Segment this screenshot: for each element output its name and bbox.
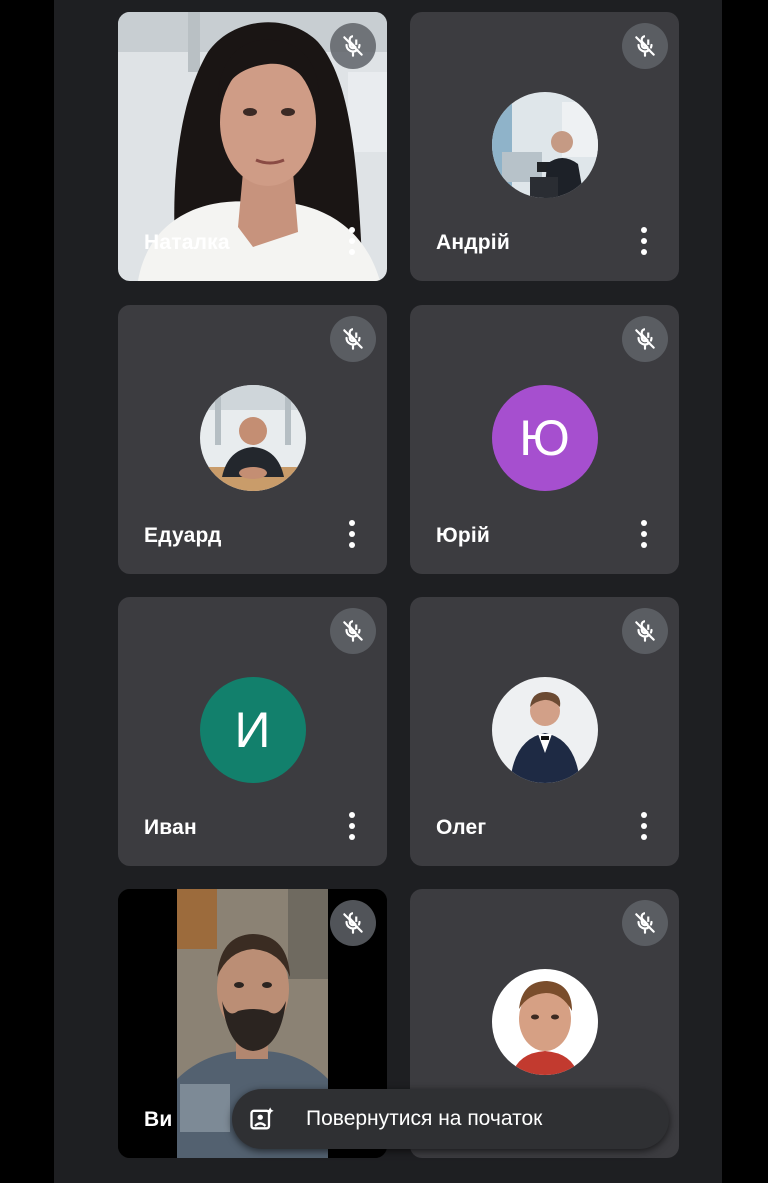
mic-off-icon xyxy=(622,23,668,69)
participant-tile-andrii[interactable]: Андрій xyxy=(410,12,679,281)
more-vert-icon[interactable] xyxy=(633,808,655,844)
more-vert-icon[interactable] xyxy=(341,516,363,552)
add-photo-icon[interactable] xyxy=(232,1089,292,1149)
participant-name: Наталка xyxy=(144,231,230,254)
mic-off-icon xyxy=(330,608,376,654)
mic-off-icon xyxy=(330,23,376,69)
meeting-grid: Наталка Андрій Едуард Ю Юрій И Иван Олег… xyxy=(54,0,722,1183)
mic-off-icon xyxy=(330,316,376,362)
toast-label: Повернутися на початок xyxy=(306,1107,543,1130)
participant-tile-eduard[interactable]: Едуард xyxy=(118,305,387,574)
participant-tile-natalka[interactable]: Наталка xyxy=(118,12,387,281)
participant-tile-yurii[interactable]: Ю Юрій xyxy=(410,305,679,574)
avatar: И xyxy=(199,677,306,783)
avatar xyxy=(491,92,598,198)
avatar xyxy=(199,385,306,491)
mic-off-icon xyxy=(622,316,668,362)
participant-name: Юрій xyxy=(436,524,491,547)
more-vert-icon[interactable] xyxy=(633,223,655,259)
more-vert-icon[interactable] xyxy=(341,223,363,259)
mic-off-icon xyxy=(622,900,668,946)
participant-tile-oleh[interactable]: Олег xyxy=(410,597,679,866)
avatar xyxy=(491,677,598,783)
avatar: Ю xyxy=(491,385,598,491)
participant-name: Иван xyxy=(144,816,197,839)
more-vert-icon[interactable] xyxy=(633,516,655,552)
participant-name: Олег xyxy=(436,816,487,839)
participant-name: Едуард xyxy=(144,524,222,547)
mic-off-icon xyxy=(330,900,376,946)
avatar xyxy=(491,969,598,1075)
participant-name: Ви xyxy=(144,1108,173,1131)
more-vert-icon[interactable] xyxy=(341,808,363,844)
back-to-top-toast[interactable]: Повернутися на початок xyxy=(232,1089,669,1149)
participant-name: Андрій xyxy=(436,231,510,254)
participant-tile-ivan[interactable]: И Иван xyxy=(118,597,387,866)
mic-off-icon xyxy=(622,608,668,654)
